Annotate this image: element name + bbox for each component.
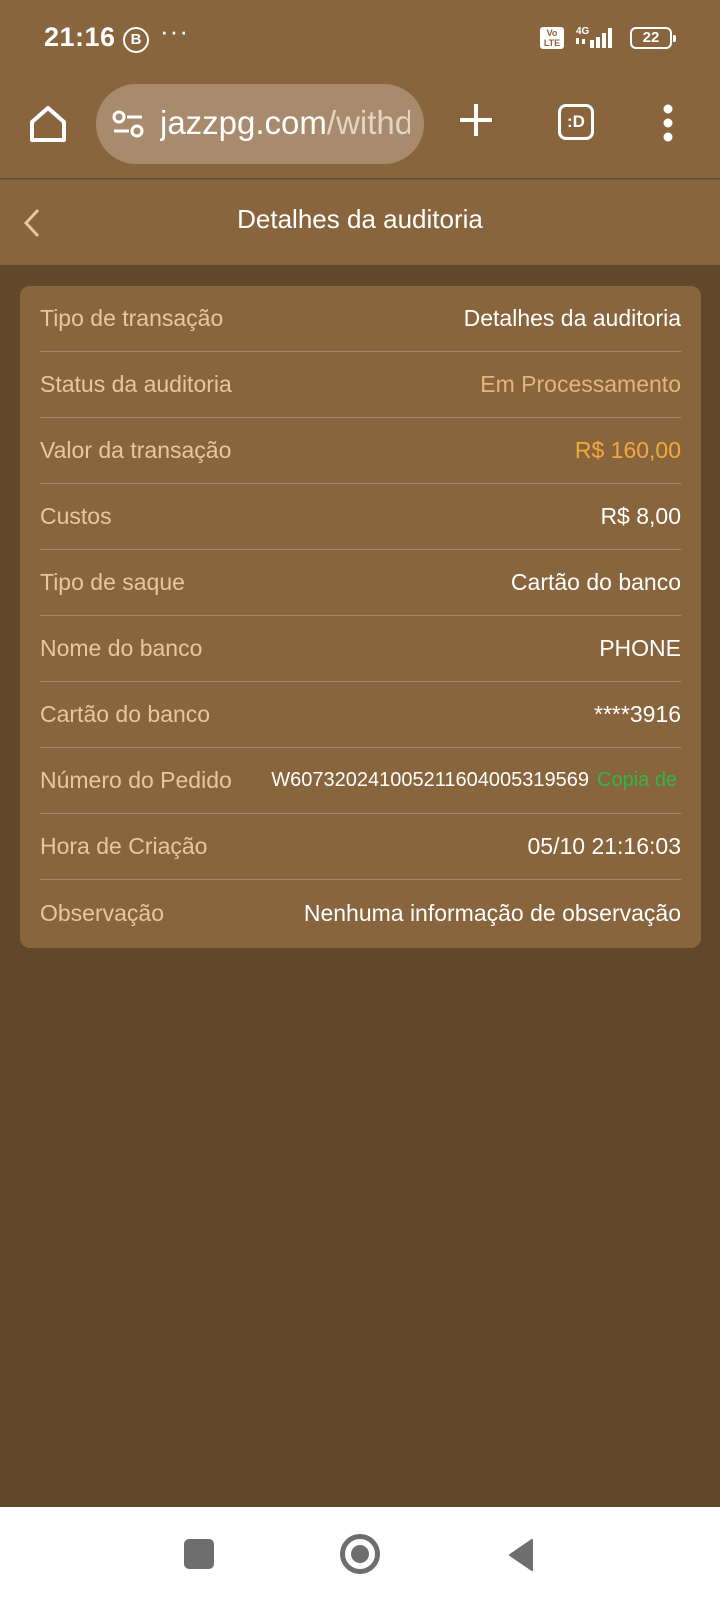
detail-row-transaction-amount: Valor da transação R$ 160,00 [40,418,681,484]
home-circle-icon[interactable] [340,1534,380,1574]
b-notification-icon: B [123,27,149,53]
detail-value: PHONE [599,635,681,661]
detail-label: Número do Pedido [40,767,232,793]
volte-icon: Vo LTE [540,27,564,49]
status-value: Em Processamento [480,371,681,397]
system-nav-bar [0,1507,720,1600]
detail-row-withdraw-type: Tipo de saque Cartão do banco [40,550,681,616]
detail-value: Detalhes da auditoria [463,305,681,331]
address-bar[interactable]: jazzpg.com/withd [96,84,424,164]
detail-label: Status da auditoria [40,371,232,397]
more-notifications-icon: ··· [160,16,189,46]
tune-icon[interactable] [112,110,144,138]
page-title: Detalhes da auditoria [237,204,483,234]
page-header: Detalhes da auditoria [0,179,720,265]
network-type-label: 4G [576,26,590,37]
detail-label: Cartão do banco [40,701,211,727]
detail-row-bank-card: Cartão do banco ****3916 [40,682,681,748]
url-text[interactable]: jazzpg.com/withd [160,104,410,142]
detail-label: Observação [40,899,165,926]
detail-value: Cartão do banco [510,569,681,595]
copy-order-link[interactable]: Copia de [597,769,681,792]
detail-row-observation: Observação Nenhuma informação de observa… [40,880,681,946]
status-time: 21:16 [44,22,116,52]
order-number-group: W607320241005211604005319569 Copia de [271,769,681,792]
detail-row-bank-name: Nome do banco PHONE [40,616,681,682]
signal-icon: 4G [576,26,612,48]
detail-row-order-number: Número do Pedido W6073202410052116040053… [40,748,681,814]
detail-label: Custos [40,503,112,529]
detail-value: ****3916 [594,701,681,727]
detail-label: Tipo de saque [40,569,185,595]
home-icon[interactable] [28,104,68,144]
detail-row-transaction-type: Tipo de transação Detalhes da auditoria [40,286,681,352]
status-bar: 21:16 B ··· Vo LTE 4G 22 [0,0,720,78]
url-host: jazzpg.com [160,104,327,141]
back-triangle-icon[interactable] [506,1537,536,1573]
detail-label: Nome do banco [40,635,203,661]
detail-value: R$ 8,00 [600,503,681,529]
new-tab-plus-icon[interactable] [458,102,494,138]
detail-value: 05/10 21:16:03 [527,833,681,859]
detail-label: Hora de Criação [40,833,208,859]
recent-apps-square-icon[interactable] [184,1539,214,1569]
url-path: /withd [326,104,410,141]
detail-row-costs: Custos R$ 8,00 [40,484,681,550]
browser-toolbar: jazzpg.com/withd :D [0,78,720,178]
more-vertical-icon[interactable] [663,104,673,142]
detail-label: Tipo de transação [40,305,224,331]
detail-row-audit-status: Status da auditoria Em Processamento [40,352,681,418]
amount-value: R$ 160,00 [574,437,681,463]
tabs-icon[interactable]: :D [558,104,594,140]
detail-label: Valor da transação [40,437,232,463]
details-card: Tipo de transação Detalhes da auditoria … [20,286,701,948]
order-number-value: W607320241005211604005319569 [271,769,589,791]
detail-row-creation-time: Hora de Criação 05/10 21:16:03 [40,814,681,880]
detail-value: Nenhuma informação de observação [303,899,681,926]
battery-icon: 22 [630,27,676,49]
